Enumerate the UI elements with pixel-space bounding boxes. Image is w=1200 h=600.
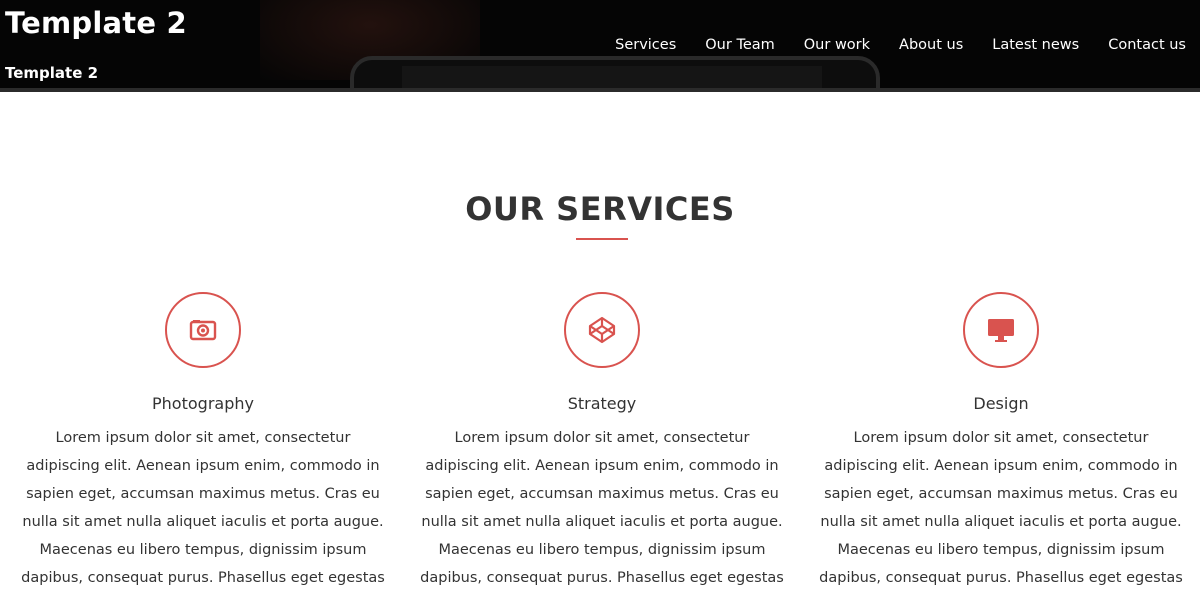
desktop-icon [963,292,1039,368]
main-nav: Services Our Team Our work About us Late… [586,37,1186,53]
nav-link-contact-us[interactable]: Contact us [1108,37,1186,53]
title-underline [576,238,628,240]
service-card-design: Design Lorem ipsum dolor sit amet, conse… [816,292,1186,600]
codepen-icon [564,292,640,368]
service-description: Lorem ipsum dolor sit amet, consectetur … [21,430,385,600]
service-description: Lorem ipsum dolor sit amet, consectetur … [819,430,1183,600]
nav-link-about-us[interactable]: About us [899,37,963,53]
nav-link-our-work[interactable]: Our work [804,37,870,53]
site-header: Template 2 Template 2 Services Our Team … [0,0,1200,92]
section-title: OUR SERVICES [465,190,735,228]
site-subtitle: Template 2 [5,64,99,82]
service-card-photography: Photography Lorem ipsum dolor sit amet, … [18,292,388,600]
service-card-strategy: Strategy Lorem ipsum dolor sit amet, con… [417,292,787,600]
site-title[interactable]: Template 2 [5,6,187,40]
camera-icon [165,292,241,368]
header-divider [0,88,1200,92]
service-name: Photography [152,394,254,413]
service-description: Lorem ipsum dolor sit amet, consectetur … [420,430,784,600]
service-name: Strategy [567,394,637,413]
nav-link-our-team[interactable]: Our Team [705,37,775,53]
nav-link-latest-news[interactable]: Latest news [992,37,1079,53]
nav-link-services[interactable]: Services [615,37,676,53]
service-name: Design [973,394,1029,413]
